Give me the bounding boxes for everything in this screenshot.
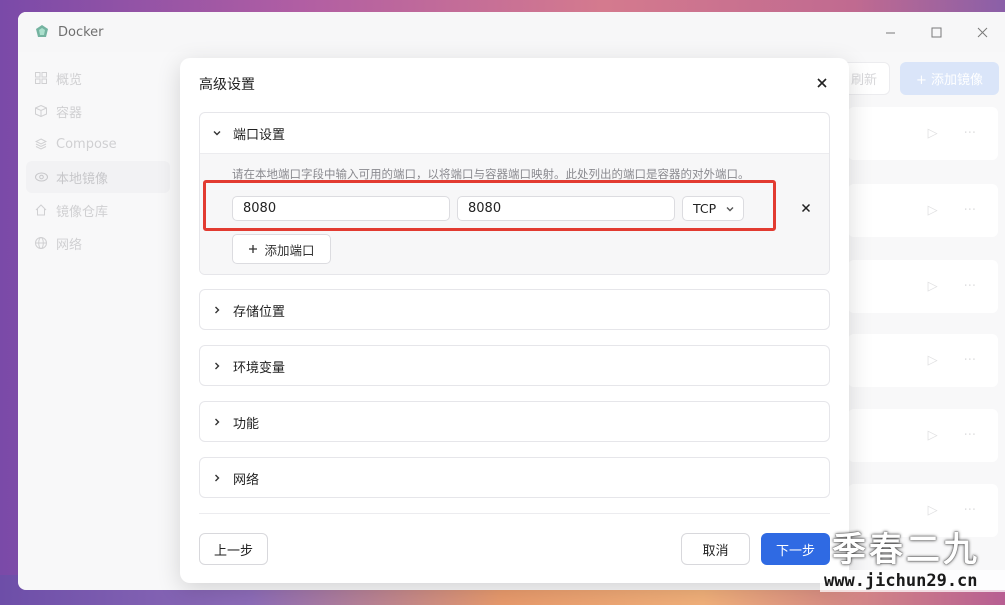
advanced-settings-dialog: 高级设置 端口设置 请在本地端口字段中输入可用的端口，以将端口与容器端口映射。此…	[180, 58, 849, 583]
chevron-down-icon	[726, 207, 734, 212]
plus-icon	[249, 245, 258, 253]
section-header[interactable]: 网络	[200, 458, 829, 497]
add-port-label: 添加端口	[264, 242, 315, 258]
section-storage-location[interactable]: 存储位置	[199, 289, 830, 330]
remove-port-icon[interactable]	[800, 202, 812, 214]
section-network[interactable]: 网络	[199, 457, 830, 498]
local-port-input[interactable]	[232, 196, 450, 221]
section-capabilities[interactable]: 功能	[199, 401, 830, 442]
watermark-text: 季春二九	[832, 530, 980, 570]
watermark-url: www.jichun29.cn	[820, 570, 1005, 592]
chevron-right-icon	[212, 417, 222, 427]
section-label: 网络	[233, 472, 260, 488]
add-port-button[interactable]: 添加端口	[232, 234, 331, 264]
close-icon[interactable]	[815, 76, 829, 90]
section-label: 环境变量	[233, 360, 286, 376]
protocol-value: TCP	[693, 201, 717, 216]
section-header[interactable]: 环境变量	[200, 346, 829, 385]
section-label: 端口设置	[233, 127, 286, 143]
protocol-select[interactable]: TCP	[682, 196, 744, 221]
section-label: 存储位置	[233, 304, 286, 320]
section-body: 请在本地端口字段中输入可用的端口，以将端口与容器端口映射。此处列出的端口是容器的…	[200, 153, 829, 274]
chevron-right-icon	[212, 361, 222, 371]
section-header[interactable]: 端口设置	[200, 113, 829, 153]
dialog-title: 高级设置	[199, 77, 255, 93]
section-environment-variables[interactable]: 环境变量	[199, 345, 830, 386]
port-hint-text: 请在本地端口字段中输入可用的端口，以将端口与容器端口映射。此处列出的端口是容器的…	[232, 167, 750, 181]
watermark: 季春二九 www.jichun29.cn	[820, 530, 1005, 592]
chevron-down-icon	[212, 128, 222, 138]
section-label: 功能	[233, 416, 260, 432]
chevron-right-icon	[212, 473, 222, 483]
container-port-input[interactable]	[457, 196, 675, 221]
prev-step-button[interactable]: 上一步	[199, 533, 268, 565]
section-header[interactable]: 功能	[200, 402, 829, 441]
chevron-right-icon	[212, 305, 222, 315]
section-port-settings: 端口设置 请在本地端口字段中输入可用的端口，以将端口与容器端口映射。此处列出的端…	[199, 112, 830, 275]
cancel-button[interactable]: 取消	[681, 533, 750, 565]
section-divider	[199, 513, 830, 514]
section-header[interactable]: 存储位置	[200, 290, 829, 329]
